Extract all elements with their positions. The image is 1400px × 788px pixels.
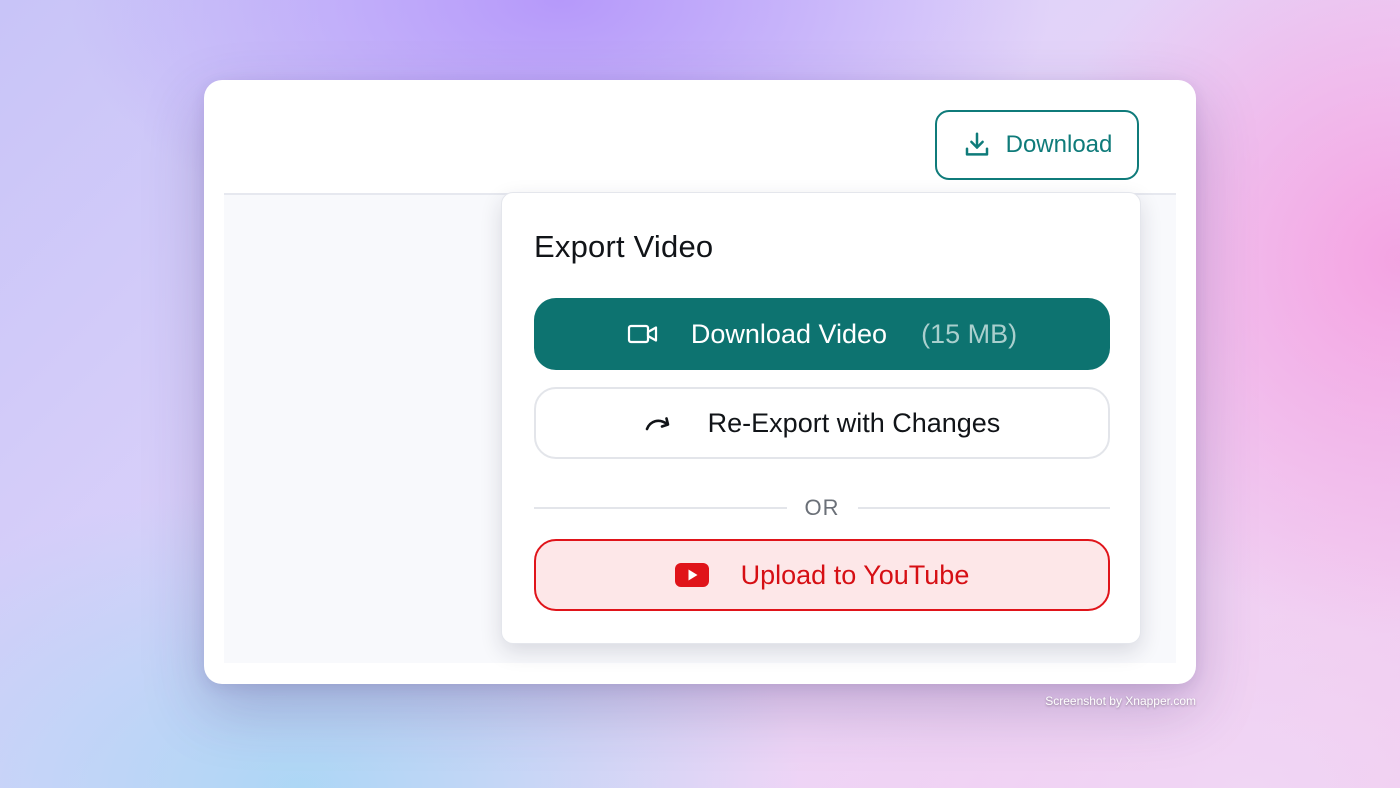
download-button-label: Download bbox=[1005, 131, 1113, 158]
download-video-button[interactable]: Download Video (15 MB) bbox=[534, 298, 1110, 370]
upload-youtube-button[interactable]: Upload to YouTube bbox=[534, 539, 1110, 611]
separator-line-left bbox=[534, 507, 787, 509]
youtube-icon bbox=[674, 563, 709, 587]
download-icon bbox=[962, 130, 992, 160]
download-video-label: Download Video bbox=[690, 318, 888, 349]
export-popover: Export Video Download Video (15 MB) Re-E… bbox=[501, 192, 1141, 644]
or-separator: OR bbox=[534, 493, 1110, 523]
video-camera-icon bbox=[627, 323, 659, 345]
app-card: Download Export Video Download Video (15… bbox=[204, 80, 1196, 684]
download-button[interactable]: Download bbox=[935, 110, 1139, 180]
redo-arrow-icon bbox=[644, 413, 674, 433]
upload-youtube-label: Upload to YouTube bbox=[740, 559, 970, 590]
watermark: Screenshot by Xnapper.com bbox=[1045, 694, 1196, 708]
re-export-label: Re-Export with Changes bbox=[707, 407, 1001, 438]
popover-title: Export Video bbox=[534, 229, 714, 264]
separator-line-right bbox=[857, 507, 1110, 509]
or-text: OR bbox=[804, 495, 840, 520]
file-size-label: (15 MB) bbox=[921, 318, 1018, 349]
re-export-button[interactable]: Re-Export with Changes bbox=[534, 387, 1110, 459]
